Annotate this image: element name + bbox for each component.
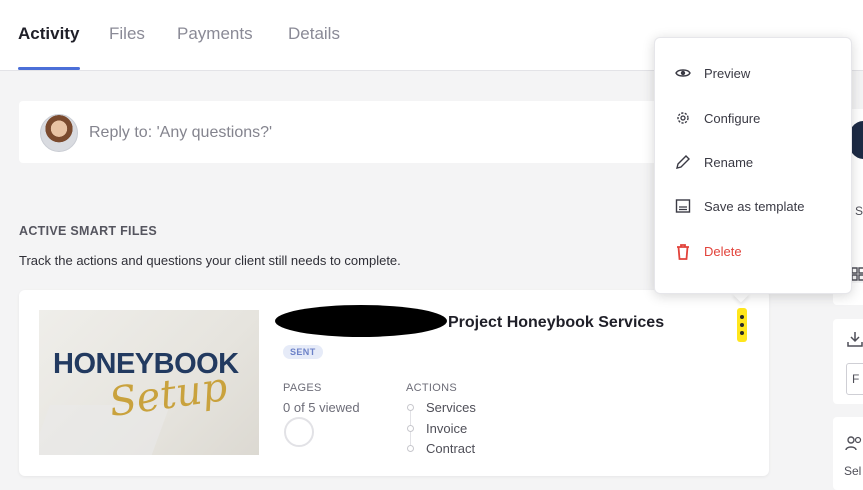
pages-progress-ring — [284, 417, 314, 447]
pencil-icon — [676, 155, 690, 169]
kebab-dot — [740, 331, 744, 335]
action-label: Services — [426, 400, 476, 415]
actions-label: ACTIONS — [406, 382, 457, 394]
smart-file-card[interactable]: HONEYBOOK Setup Project Honeybook Servic… — [19, 290, 769, 476]
menu-item-preview[interactable]: Preview — [675, 61, 845, 87]
sidebar-text-fragment: Sel — [844, 464, 862, 478]
tab-activity[interactable]: Activity — [18, 24, 79, 44]
reply-box[interactable]: Reply to: 'Any questions?' — [19, 101, 689, 163]
more-options-button[interactable] — [737, 308, 747, 342]
action-label: Invoice — [426, 421, 468, 436]
smart-file-thumbnail[interactable]: HONEYBOOK Setup — [39, 310, 259, 455]
tab-payments[interactable]: Payments — [177, 24, 253, 44]
kebab-dot — [740, 315, 744, 319]
action-item-services[interactable]: Services — [407, 400, 476, 415]
action-status-dot — [407, 404, 414, 411]
tab-details[interactable]: Details — [288, 24, 340, 44]
sidebar-card-people — [833, 417, 863, 490]
gear-icon — [677, 112, 689, 124]
pages-value: 0 of 5 viewed — [283, 400, 360, 415]
action-item-invoice[interactable]: Invoice — [407, 421, 467, 436]
tab-files[interactable]: Files — [109, 24, 145, 44]
status-badge: SENT — [283, 345, 323, 359]
sidebar-text-fragment: S — [855, 204, 863, 218]
menu-item-label: Preview — [704, 66, 751, 81]
menu-item-label: Save as template — [704, 199, 805, 214]
redaction-mark — [275, 305, 447, 337]
download-icon[interactable] — [847, 331, 863, 347]
menu-item-label: Rename — [704, 155, 754, 170]
sidebar-select[interactable]: F — [846, 363, 863, 395]
menu-item-delete[interactable]: Delete — [675, 239, 845, 265]
grid-icon[interactable] — [851, 267, 863, 281]
pages-label: PAGES — [283, 382, 322, 394]
eye-icon — [675, 69, 691, 77]
action-status-dot — [407, 445, 414, 452]
action-status-dot — [407, 425, 414, 432]
menu-item-label: Configure — [704, 111, 761, 126]
trash-icon — [677, 244, 689, 260]
avatar — [40, 114, 78, 152]
section-description: Track the actions and questions your cli… — [19, 253, 401, 268]
options-menu: Preview Configure Rename Save as templat… — [654, 37, 852, 294]
action-label: Contract — [426, 441, 476, 456]
smart-file-title[interactable]: Project Honeybook Services — [448, 314, 664, 332]
menu-item-label: Delete — [704, 244, 742, 259]
active-tab-indicator — [18, 67, 80, 70]
menu-item-save-as-template[interactable]: Save as template — [675, 194, 845, 220]
menu-item-rename[interactable]: Rename — [675, 150, 845, 176]
template-icon — [675, 199, 691, 213]
action-item-contract[interactable]: Contract — [407, 441, 475, 456]
kebab-dot — [740, 323, 744, 327]
reply-input-placeholder[interactable]: Reply to: 'Any questions?' — [89, 124, 272, 142]
people-icon — [845, 436, 862, 451]
section-title: ACTIVE SMART FILES — [19, 224, 158, 238]
menu-item-configure[interactable]: Configure — [675, 106, 845, 132]
